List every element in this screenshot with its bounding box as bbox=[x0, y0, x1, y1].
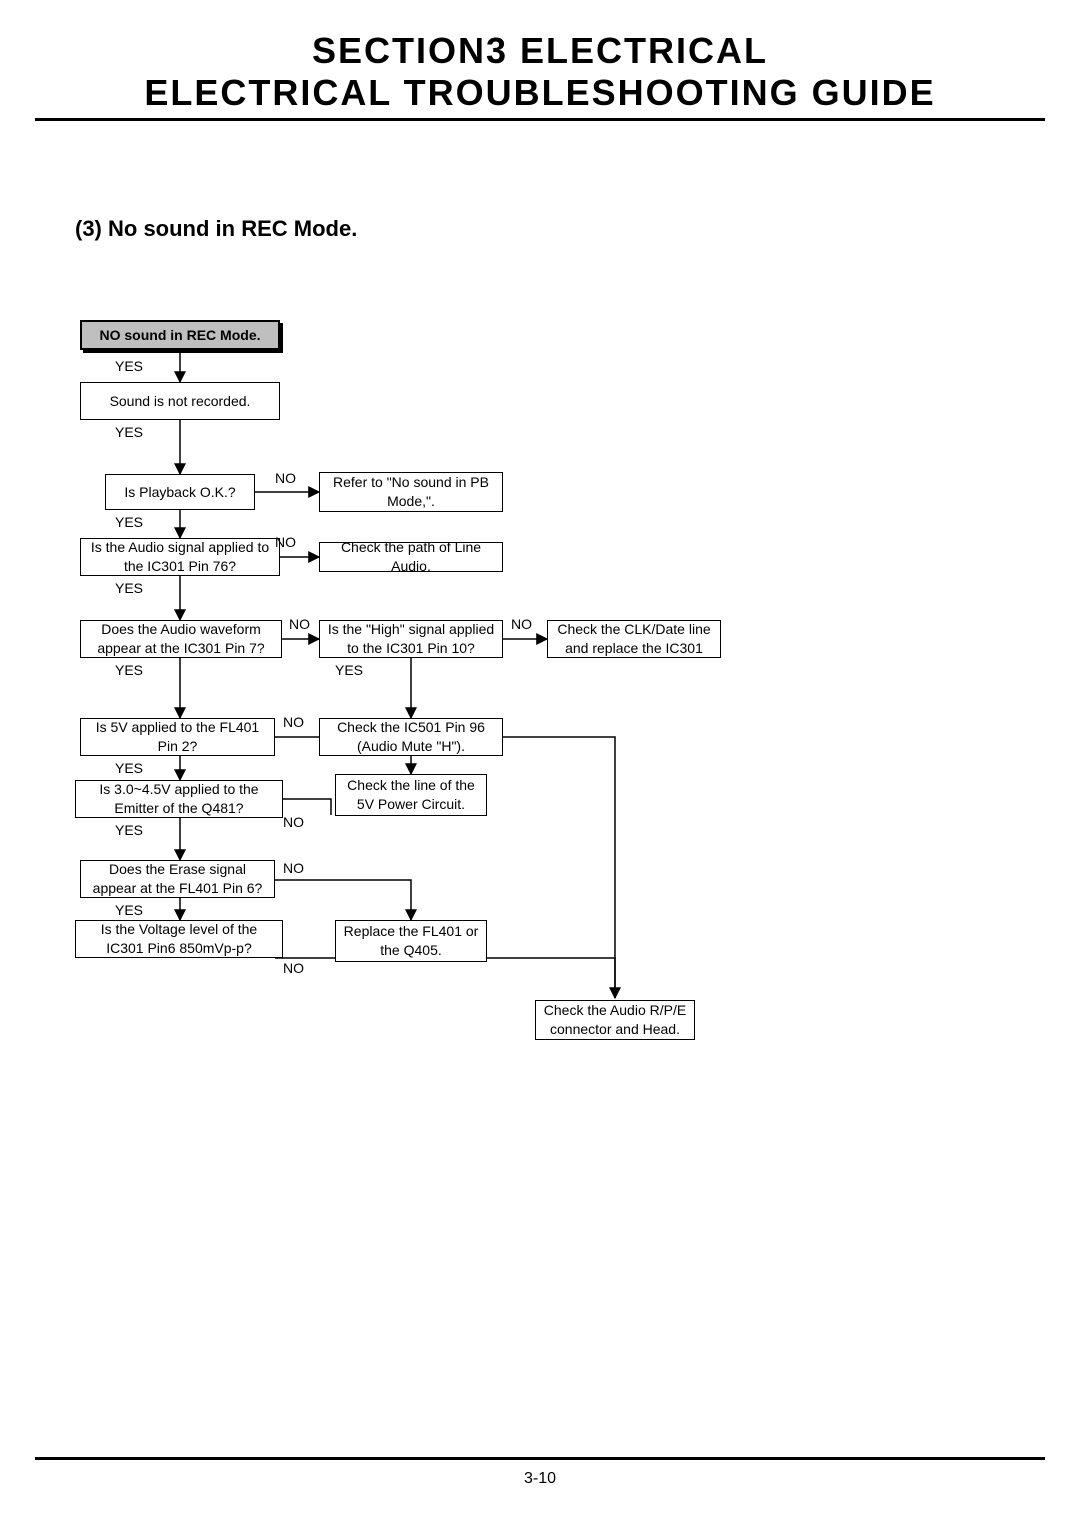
no-label: NO bbox=[283, 860, 304, 876]
no-label: NO bbox=[275, 534, 296, 550]
flow-final: Check the Audio R/P/E connector and Head… bbox=[535, 1000, 695, 1040]
yes-label: YES bbox=[115, 580, 143, 596]
section-title-1: SECTION3 ELECTRICAL bbox=[0, 30, 1080, 72]
header-rule bbox=[35, 118, 1045, 121]
yes-label: YES bbox=[335, 662, 363, 678]
yes-label: YES bbox=[115, 760, 143, 776]
flowchart: NO sound in REC Mode. YES Sound is not r… bbox=[75, 320, 775, 1020]
flow-action: Replace the FL401 or the Q405. bbox=[335, 920, 487, 962]
flow-action: Check the path of Line Audio. bbox=[319, 542, 503, 572]
flow-decision: Does the Audio waveform appear at the IC… bbox=[80, 620, 282, 658]
flow-action: Check the CLK/Date line and replace the … bbox=[547, 620, 721, 658]
flow-decision: Is Playback O.K.? bbox=[105, 474, 255, 510]
no-label: NO bbox=[275, 470, 296, 486]
no-label: NO bbox=[283, 714, 304, 730]
flow-decision: Is 5V applied to the FL401 Pin 2? bbox=[80, 718, 275, 756]
yes-label: YES bbox=[115, 902, 143, 918]
yes-label: YES bbox=[115, 662, 143, 678]
section-title-2: ELECTRICAL TROUBLESHOOTING GUIDE bbox=[0, 72, 1080, 114]
no-label: NO bbox=[289, 616, 310, 632]
flow-decision: Is the Voltage level of the IC301 Pin6 8… bbox=[75, 920, 283, 958]
flow-action: Check the IC501 Pin 96 (Audio Mute "H"). bbox=[319, 718, 503, 756]
yes-label: YES bbox=[115, 424, 143, 440]
flow-decision: Is 3.0~4.5V applied to the Emitter of th… bbox=[75, 780, 283, 818]
flow-action: Refer to "No sound in PB Mode,". bbox=[319, 472, 503, 512]
flow-decision: Does the Erase signal appear at the FL40… bbox=[80, 860, 275, 898]
flow-action: Check the line of the 5V Power Circuit. bbox=[335, 774, 487, 816]
no-label: NO bbox=[283, 960, 304, 976]
flow-start: NO sound in REC Mode. bbox=[80, 320, 280, 350]
flow-box: Sound is not recorded. bbox=[80, 382, 280, 420]
no-label: NO bbox=[511, 616, 532, 632]
yes-label: YES bbox=[115, 358, 143, 374]
flow-decision: Is the Audio signal applied to the IC301… bbox=[80, 538, 280, 576]
footer-rule bbox=[35, 1457, 1045, 1460]
flow-decision: Is the "High" signal applied to the IC30… bbox=[319, 620, 503, 658]
page-number: 3-10 bbox=[0, 1470, 1080, 1488]
yes-label: YES bbox=[115, 514, 143, 530]
no-label: NO bbox=[283, 814, 304, 830]
subsection-title: (3) No sound in REC Mode. bbox=[75, 216, 357, 242]
yes-label: YES bbox=[115, 822, 143, 838]
